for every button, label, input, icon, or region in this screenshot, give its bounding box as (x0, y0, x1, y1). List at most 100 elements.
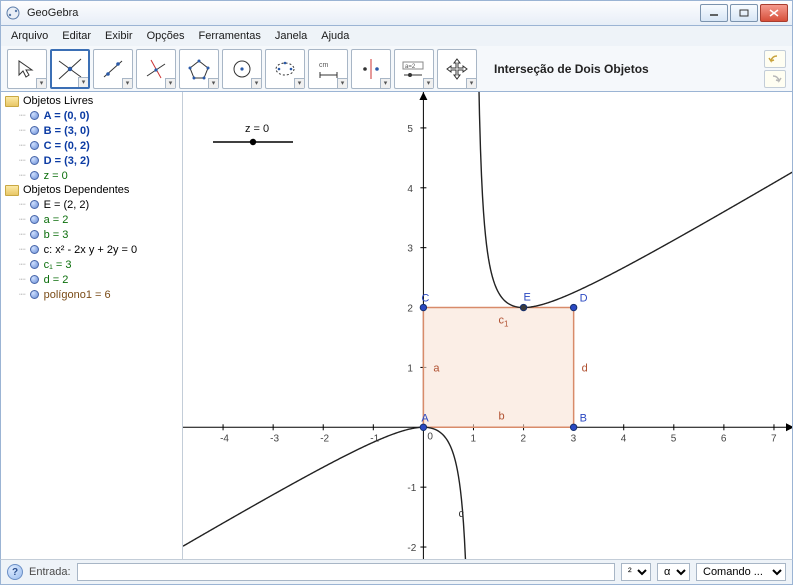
close-button[interactable] (760, 4, 788, 22)
algebra-item[interactable]: ┈A = (0, 0) (1, 108, 182, 123)
algebra-item[interactable]: ┈B = (3, 0) (1, 123, 182, 138)
algebra-item[interactable]: ┈polígono1 = 6 (1, 287, 182, 302)
menu-ajuda[interactable]: Ajuda (315, 28, 355, 44)
svg-text:cm: cm (319, 62, 329, 69)
tool-perpendicular[interactable]: ▾ (136, 49, 176, 89)
svg-text:4: 4 (621, 433, 627, 444)
menu-editar[interactable]: Editar (56, 28, 97, 44)
algebra-item[interactable]: ┈z = 0 (1, 168, 182, 183)
minimize-button[interactable] (700, 4, 728, 22)
svg-text:B: B (580, 412, 587, 424)
algebra-item[interactable]: ┈D = (3, 2) (1, 153, 182, 168)
svg-text:A: A (421, 412, 429, 424)
svg-text:z = 0: z = 0 (245, 123, 269, 135)
svg-text:1: 1 (407, 363, 413, 374)
svg-text:4: 4 (407, 184, 413, 195)
maximize-button[interactable] (730, 4, 758, 22)
visibility-toggle-icon[interactable] (30, 111, 39, 120)
object-label: C = (0, 2) (44, 140, 90, 152)
visibility-toggle-icon[interactable] (30, 230, 39, 239)
algebra-item[interactable]: ┈d = 2 (1, 272, 182, 287)
object-label: z = 0 (44, 170, 68, 182)
object-label: polígono1 = 6 (44, 289, 111, 301)
svg-text:-1: -1 (407, 483, 416, 494)
object-label: B = (3, 0) (44, 125, 90, 137)
algebra-view: Objetos Livres ┈A = (0, 0)┈B = (3, 0)┈C … (1, 92, 183, 559)
tool-measure[interactable]: cm▾ (308, 49, 348, 89)
app-icon (5, 5, 21, 21)
svg-text:2: 2 (521, 433, 527, 444)
folder-label: Objetos Dependentes (23, 184, 129, 196)
input-bar: ? Entrada: ² α Comando ... (0, 559, 793, 585)
svg-text:5: 5 (671, 433, 677, 444)
redo-button[interactable] (764, 70, 786, 88)
tool-hint: Interseção de Dois Objetos (494, 62, 761, 76)
svg-text:-4: -4 (220, 433, 229, 444)
svg-text:0: 0 (427, 431, 433, 442)
window-titlebar: GeoGebra (0, 0, 793, 26)
symbol-exponent-select[interactable]: ² (621, 563, 651, 581)
object-label: D = (3, 2) (44, 155, 90, 167)
tool-conic[interactable]: ▾ (265, 49, 305, 89)
svg-text:1: 1 (470, 433, 476, 444)
svg-text:5: 5 (407, 124, 413, 135)
svg-text:d: d (582, 362, 588, 374)
svg-text:-2: -2 (320, 433, 329, 444)
folder-free-objects[interactable]: Objetos Livres (1, 94, 182, 108)
svg-text:-2: -2 (407, 543, 416, 554)
menu-opções[interactable]: Opções (141, 28, 191, 44)
window-title: GeoGebra (27, 7, 700, 19)
folder-dependent-objects[interactable]: Objetos Dependentes (1, 183, 182, 197)
svg-text:3: 3 (571, 433, 577, 444)
algebra-item[interactable]: ┈c₁ = 3 (1, 257, 182, 272)
algebra-item[interactable]: ┈C = (0, 2) (1, 138, 182, 153)
undo-button[interactable] (764, 50, 786, 68)
algebra-item[interactable]: ┈b = 3 (1, 227, 182, 242)
object-label: a = 2 (44, 214, 69, 226)
tool-intersect[interactable]: ▾ (50, 49, 90, 89)
visibility-toggle-icon[interactable] (30, 215, 39, 224)
visibility-toggle-icon[interactable] (30, 126, 39, 135)
command-input[interactable] (77, 563, 615, 581)
tool-reflect[interactable]: ▾ (351, 49, 391, 89)
menu-janela[interactable]: Janela (269, 28, 313, 44)
algebra-item[interactable]: ┈E = (2, 2) (1, 197, 182, 212)
input-label: Entrada: (29, 566, 71, 578)
svg-text:3: 3 (407, 244, 413, 255)
tool-move[interactable]: ▾ (7, 49, 47, 89)
command-select[interactable]: Comando ... (696, 563, 786, 581)
tool-slider[interactable]: a=2▾ (394, 49, 434, 89)
object-label: c: x² - 2x y + 2y = 0 (44, 244, 138, 256)
visibility-toggle-icon[interactable] (30, 141, 39, 150)
object-label: c₁ = 3 (44, 259, 72, 271)
menubar: ArquivoEditarExibirOpçõesFerramentasJane… (0, 26, 793, 46)
visibility-toggle-icon[interactable] (30, 171, 39, 180)
help-icon[interactable]: ? (7, 564, 23, 580)
toolbar: ▾ ▾ ▾ ▾ ▾ ▾ ▾ cm▾ ▾ a=2▾ ▾ Interseção de… (0, 46, 793, 92)
tool-line[interactable]: ▾ (93, 49, 133, 89)
folder-icon (5, 96, 19, 107)
object-label: b = 3 (44, 229, 69, 241)
visibility-toggle-icon[interactable] (30, 245, 39, 254)
visibility-toggle-icon[interactable] (30, 200, 39, 209)
tool-polygon[interactable]: ▾ (179, 49, 219, 89)
menu-exibir[interactable]: Exibir (99, 28, 139, 44)
svg-text:-3: -3 (270, 433, 279, 444)
visibility-toggle-icon[interactable] (30, 275, 39, 284)
visibility-toggle-icon[interactable] (30, 156, 39, 165)
menu-arquivo[interactable]: Arquivo (5, 28, 54, 44)
object-label: A = (0, 0) (44, 110, 90, 122)
symbol-greek-select[interactable]: α (657, 563, 690, 581)
svg-text:E: E (524, 292, 531, 304)
svg-text:D: D (580, 293, 588, 305)
graphics-view[interactable]: -4-3-2-101234567-2-112345ABCDEabc1dcz = … (183, 92, 792, 559)
algebra-item[interactable]: ┈c: x² - 2x y + 2y = 0 (1, 242, 182, 257)
visibility-toggle-icon[interactable] (30, 260, 39, 269)
svg-text:b: b (499, 410, 505, 422)
visibility-toggle-icon[interactable] (30, 290, 39, 299)
algebra-item[interactable]: ┈a = 2 (1, 212, 182, 227)
svg-text:7: 7 (771, 433, 777, 444)
tool-move-view[interactable]: ▾ (437, 49, 477, 89)
menu-ferramentas[interactable]: Ferramentas (192, 28, 266, 44)
tool-circle[interactable]: ▾ (222, 49, 262, 89)
